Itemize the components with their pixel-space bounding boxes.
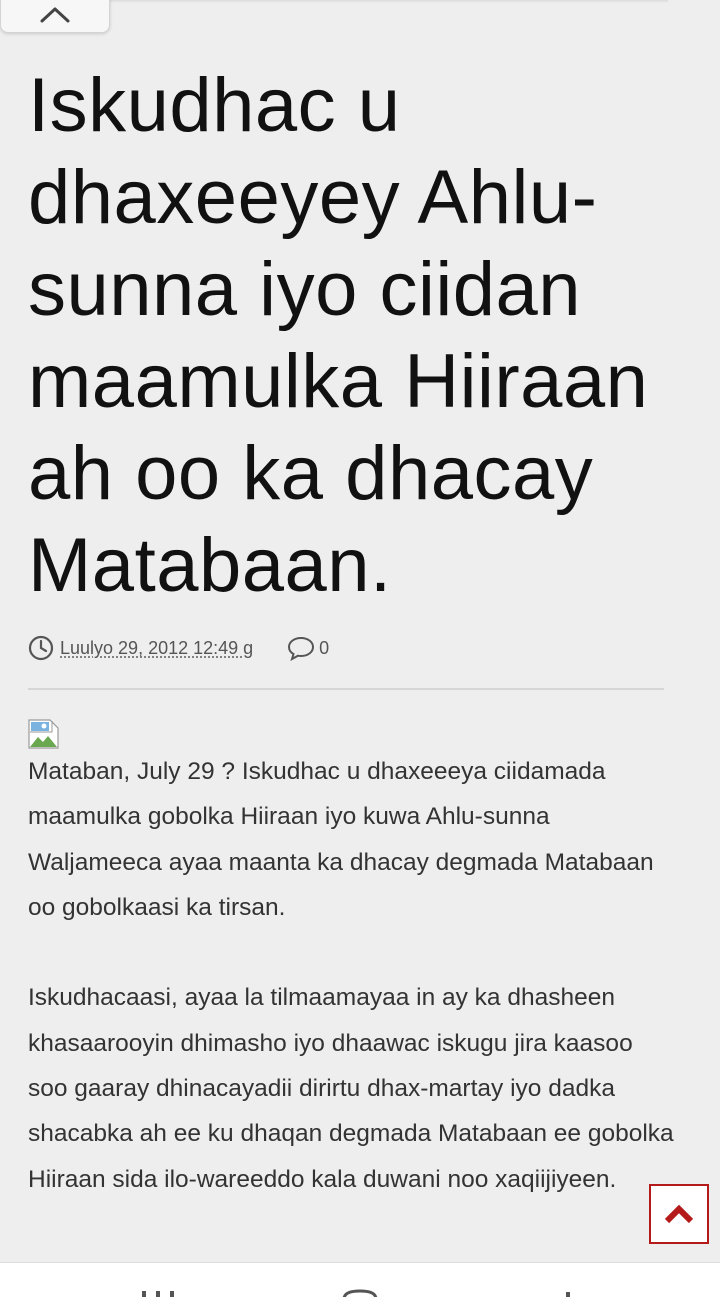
collapse-header-tab[interactable] (0, 0, 110, 33)
top-bar-edge (108, 0, 668, 3)
article-paragraph-2: Iskudhacaasi, ayaa la tilmaamayaa in ay … (28, 984, 674, 1193)
comment-count[interactable]: 0 (319, 638, 329, 659)
article-date[interactable]: Luulyo 29, 2012 12:49 g (60, 638, 253, 659)
bottom-navigation-bar (0, 1262, 720, 1297)
clock-icon (28, 635, 54, 661)
comment-icon[interactable] (287, 635, 315, 661)
chevron-up-icon (664, 1204, 694, 1224)
divider (28, 688, 664, 690)
chevron-up-icon (40, 7, 70, 23)
broken-image-icon (28, 719, 59, 749)
scroll-to-top-button[interactable] (649, 1184, 709, 1244)
article-body: Mataban, July 29 ? Iskudhac u dhaxeeeya … (28, 749, 678, 1247)
article-meta: Luulyo 29, 2012 12:49 g 0 (28, 632, 329, 664)
article-paragraph-1: Mataban, July 29 ? Iskudhac u dhaxeeeya … (28, 758, 654, 921)
article-title: Iskudhac u dhaxeeyey Ahlu-sunna iyo ciid… (28, 63, 649, 608)
